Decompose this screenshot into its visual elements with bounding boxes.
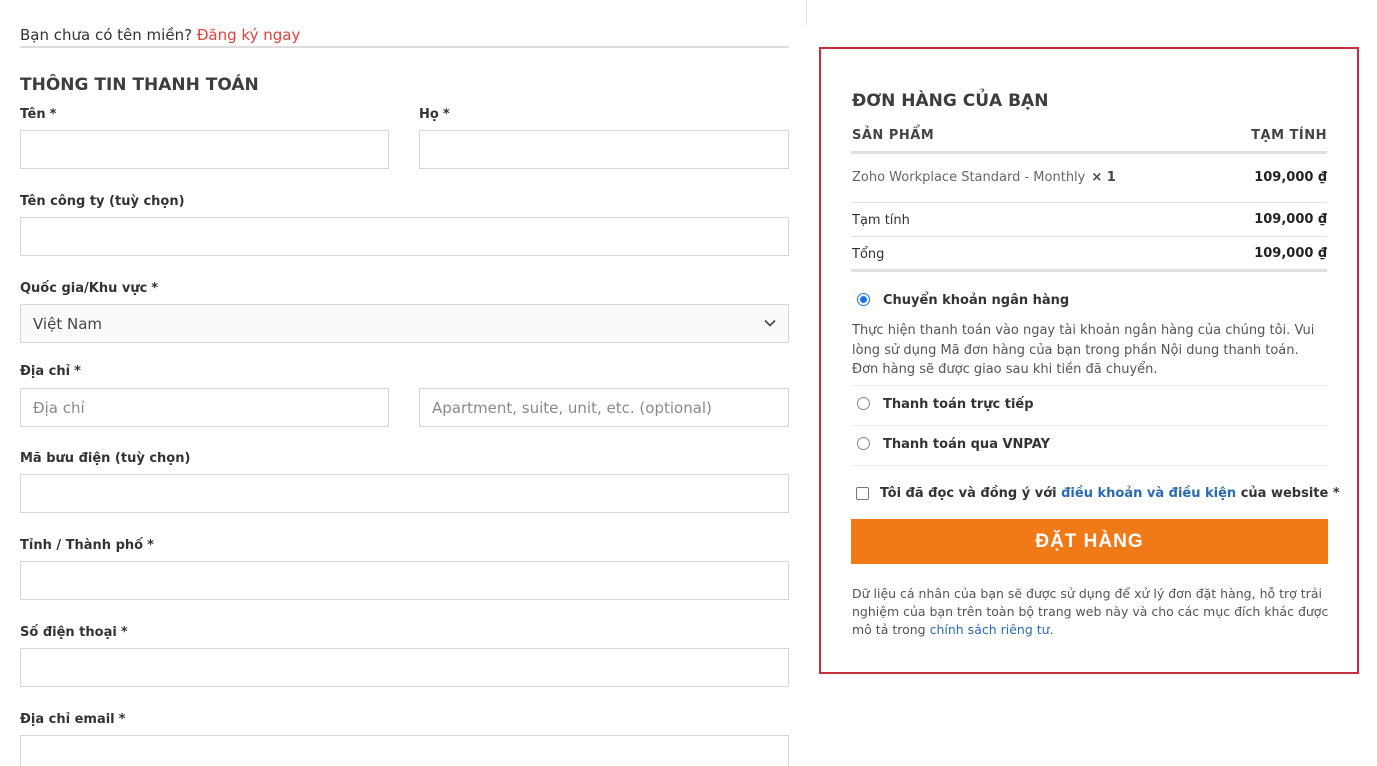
city-field[interactable] xyxy=(20,561,789,600)
domain-question: Bạn chưa có tên miền? xyxy=(20,26,193,44)
vnpay-label[interactable]: Thanh toán qua VNPAY xyxy=(883,437,1050,452)
product-quantity: × 1 xyxy=(1091,170,1116,185)
product-row: Zoho Workplace Standard - Monthly × 1 xyxy=(852,170,1116,185)
city-label: Tỉnh / Thành phố * xyxy=(20,538,154,553)
address-field[interactable] xyxy=(20,388,389,427)
total-value: 109,000 ₫ xyxy=(1254,246,1327,261)
chevron-down-icon xyxy=(764,316,776,331)
product-column-header: SẢN PHẨM xyxy=(852,128,935,143)
privacy-policy-link[interactable]: chính sách riêng tư xyxy=(930,622,1050,637)
product-name: Zoho Workplace Standard - Monthly xyxy=(852,170,1086,185)
bank-transfer-radio[interactable] xyxy=(857,293,870,306)
terms-checkbox[interactable] xyxy=(856,487,869,500)
terms-link[interactable]: điều khoản và điều kiện xyxy=(1061,486,1236,501)
domain-prompt: Bạn chưa có tên miền? Đăng ký ngay xyxy=(20,26,300,44)
address-line2-field[interactable] xyxy=(419,388,789,427)
email-field[interactable] xyxy=(20,735,789,766)
country-label: Quốc gia/Khu vực * xyxy=(20,281,159,296)
place-order-button[interactable]: ĐẶT HÀNG xyxy=(851,519,1328,564)
first-name-field[interactable] xyxy=(20,130,389,169)
email-label: Địa chỉ email * xyxy=(20,712,126,727)
divider xyxy=(851,236,1327,237)
subtotal-column-header: TẠM TÍNH xyxy=(1251,128,1327,143)
bank-transfer-label[interactable]: Chuyển khoản ngân hàng xyxy=(883,293,1069,308)
divider xyxy=(851,385,1327,386)
direct-payment-label[interactable]: Thanh toán trực tiếp xyxy=(883,397,1034,412)
last-name-label: Họ * xyxy=(419,107,450,122)
vnpay-radio[interactable] xyxy=(857,437,870,450)
divider xyxy=(851,465,1327,466)
order-summary: ĐƠN HÀNG CỦA BẠN SẢN PHẨM TẠM TÍNH Zoho … xyxy=(819,47,1359,674)
divider xyxy=(20,46,789,48)
direct-payment-radio[interactable] xyxy=(857,397,870,410)
postcode-label: Mã bưu điện (tuỳ chọn) xyxy=(20,451,191,466)
postcode-field[interactable] xyxy=(20,474,789,513)
country-value: Việt Nam xyxy=(33,314,103,333)
column-divider xyxy=(806,0,807,25)
divider xyxy=(851,269,1327,272)
order-title: ĐƠN HÀNG CỦA BẠN xyxy=(852,91,1049,111)
divider xyxy=(851,202,1327,203)
privacy-notice: Dữ liệu cá nhân của bạn sẽ được sử dụng … xyxy=(852,586,1329,637)
bank-transfer-description: Thực hiện thanh toán vào ngay tài khoản … xyxy=(852,323,1315,377)
subtotal-value: 109,000 ₫ xyxy=(1254,212,1327,227)
address-label: Địa chỉ * xyxy=(20,364,81,379)
total-label: Tổng xyxy=(852,247,885,262)
divider xyxy=(851,425,1327,426)
billing-title: THÔNG TIN THANH TOÁN xyxy=(20,75,259,95)
terms-text: Tôi đã đọc và đồng ý với điều khoản và đ… xyxy=(880,486,1340,501)
company-field[interactable] xyxy=(20,217,789,256)
phone-field[interactable] xyxy=(20,648,789,687)
register-domain-link[interactable]: Đăng ký ngay xyxy=(197,26,301,44)
subtotal-label: Tạm tính xyxy=(852,213,910,228)
product-price: 109,000 ₫ xyxy=(1254,170,1327,185)
company-label: Tên công ty (tuỳ chọn) xyxy=(20,194,185,209)
phone-label: Số điện thoại * xyxy=(20,625,128,640)
last-name-field[interactable] xyxy=(419,130,789,169)
country-select[interactable]: Việt Nam xyxy=(20,304,789,343)
first-name-label: Tên * xyxy=(20,107,57,122)
divider xyxy=(851,151,1327,154)
